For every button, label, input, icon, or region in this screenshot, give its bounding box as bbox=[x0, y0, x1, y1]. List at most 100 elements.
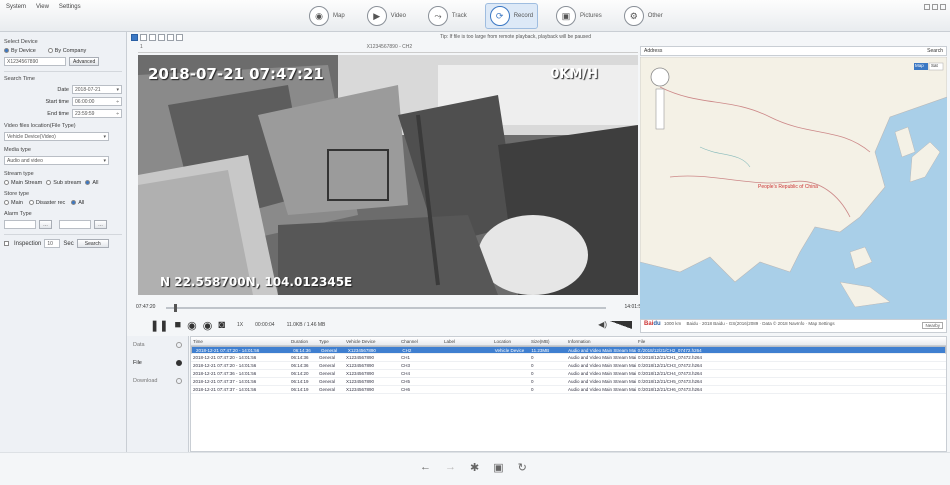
map-icon: ◉ bbox=[309, 6, 329, 26]
address-field[interactable]: Address bbox=[644, 48, 662, 54]
favorite-icon[interactable]: ✱ bbox=[470, 461, 479, 474]
back-arrow-icon[interactable]: ← bbox=[420, 461, 431, 474]
layout-9-button[interactable] bbox=[149, 33, 156, 41]
cell-information: Audio and Video Main Stream Main m bbox=[568, 347, 636, 353]
playback-timeline[interactable]: 07:47:20 14:01:56 bbox=[136, 304, 644, 312]
col-label[interactable]: Label bbox=[442, 339, 492, 344]
table-row[interactable]: 2018-12-21 07:47:20 - 14:01:56 06:14:36 Ge… bbox=[191, 362, 946, 370]
refresh-icon[interactable]: ↻ bbox=[518, 461, 527, 474]
cell-file: 0:/2018/12/21/CH3_07472.h264 bbox=[638, 363, 703, 368]
col-vehicle[interactable]: Vehicle Device bbox=[344, 339, 399, 344]
layout-1-button[interactable] bbox=[131, 33, 138, 41]
minimize-button[interactable] bbox=[924, 4, 930, 10]
cell-vehicle: X1234567890 bbox=[346, 371, 375, 376]
osd-gps: N 22.558700N, 104.012345E bbox=[160, 275, 353, 289]
col-size[interactable]: Size(MB) bbox=[529, 339, 566, 344]
inspection-checkbox[interactable] bbox=[4, 241, 9, 246]
table-row[interactable]: 2018-12-21 07:47:20 - 14:01:56 06:14:36 Ge… bbox=[191, 346, 946, 354]
stop-icon[interactable]: ■ bbox=[174, 319, 181, 331]
satellite-button[interactable]: Sat bbox=[931, 63, 938, 68]
start-time-input[interactable]: 06:00:00 ÷ bbox=[72, 97, 122, 106]
alarm-type-browse-2[interactable]: … bbox=[94, 220, 107, 229]
sub-stream-radio[interactable]: Sub stream bbox=[46, 180, 81, 186]
map-view[interactable]: People's Republic of China Map Sat bbox=[640, 57, 947, 319]
all-stream-radio[interactable]: All bbox=[85, 180, 98, 186]
layout-full-button[interactable] bbox=[167, 33, 174, 41]
cell-size: 0 bbox=[531, 355, 534, 360]
close-button[interactable] bbox=[940, 4, 946, 10]
nearby-button[interactable]: Nearby bbox=[922, 322, 943, 329]
layout-16-button[interactable] bbox=[158, 33, 165, 41]
search-button[interactable]: Search bbox=[76, 239, 109, 248]
tab-data[interactable]: Data bbox=[127, 336, 188, 354]
snapshot-icon[interactable]: ◙ bbox=[218, 319, 225, 331]
inspection-input[interactable]: 10 bbox=[44, 239, 61, 248]
menu-view[interactable]: View bbox=[36, 4, 49, 10]
cell-size: 11.23MB bbox=[531, 347, 550, 353]
cell-size: 0 bbox=[531, 387, 534, 392]
slow-icon[interactable]: ◉ bbox=[187, 319, 197, 332]
alarm-type-input[interactable] bbox=[4, 220, 36, 229]
pause-icon[interactable]: ❚❚ bbox=[150, 319, 168, 332]
cell-duration: 06:14:36 bbox=[293, 347, 311, 353]
col-information[interactable]: Information bbox=[566, 339, 636, 344]
table-row[interactable]: 2018-12-21 07:47:36 - 14:01:56 06:14:20 Ge… bbox=[191, 370, 946, 378]
timeline-handle[interactable] bbox=[174, 304, 177, 312]
store-main-radio[interactable]: Main bbox=[4, 200, 23, 206]
col-time[interactable]: Time bbox=[191, 339, 289, 344]
menu-settings[interactable]: Settings bbox=[59, 4, 81, 10]
end-time-input[interactable]: 23:59:59 ÷ bbox=[72, 109, 122, 118]
video-player[interactable]: 2018-07-21 07:47:21 0KM/H N 22.558700N, … bbox=[138, 55, 638, 295]
record-icon: ⟳ bbox=[489, 6, 510, 26]
store-all-radio[interactable]: All bbox=[71, 200, 84, 206]
col-channel[interactable]: Channel bbox=[399, 339, 442, 344]
alarm-type-browse[interactable]: … bbox=[39, 220, 52, 229]
radio-icon bbox=[176, 342, 182, 348]
tab-pictures[interactable]: ▣ Pictures bbox=[552, 3, 606, 29]
layout-4-button[interactable] bbox=[140, 33, 147, 41]
tab-other[interactable]: ⚙ Other bbox=[620, 3, 667, 29]
tab-video[interactable]: ▶ Video bbox=[363, 3, 410, 29]
cell-type: General bbox=[319, 379, 336, 384]
main-stream-radio[interactable]: Main Stream bbox=[4, 180, 42, 186]
media-type-select[interactable]: Audio and video ▾ bbox=[4, 156, 109, 165]
playback-controls: ❚❚ ■ ◉ ◉ ◙ 1X 00:00:04 11.0KB / 1.46 MB … bbox=[150, 318, 640, 332]
col-location[interactable]: Location bbox=[492, 339, 529, 344]
menu-bar: System View Settings bbox=[6, 4, 81, 10]
menu-system[interactable]: System bbox=[6, 4, 26, 10]
alarm-type-input-2[interactable] bbox=[59, 220, 91, 229]
timeline-track[interactable] bbox=[166, 307, 606, 309]
tab-record[interactable]: ⟳ Record bbox=[484, 3, 539, 29]
col-file[interactable]: File bbox=[636, 339, 946, 344]
volume-control[interactable]: ◀) bbox=[598, 320, 632, 329]
date-picker[interactable]: 2018-07-21 ▾ bbox=[72, 85, 122, 94]
table-row[interactable]: 2018-12-21 07:47:20 - 14:01:56 06:14:36 Ge… bbox=[191, 354, 946, 362]
radio-icon bbox=[176, 378, 182, 384]
window-icon[interactable]: ▣ bbox=[493, 461, 503, 474]
table-row[interactable]: 2018-12-21 07:47:37 - 14:01:56 06:14:19 Ge… bbox=[191, 378, 946, 386]
cell-size: 0 bbox=[531, 371, 534, 376]
tab-track[interactable]: ⤳ Track bbox=[424, 3, 471, 29]
store-disaster-radio[interactable]: Disaster rec bbox=[28, 200, 65, 206]
elapsed-time: 00:00:04 bbox=[255, 322, 275, 328]
by-company-radio[interactable]: By Company bbox=[47, 48, 86, 54]
tab-file[interactable]: File bbox=[127, 354, 188, 372]
tab-map[interactable]: ◉ Map bbox=[305, 3, 349, 29]
chevron-down-icon: ▾ bbox=[103, 158, 106, 164]
fast-icon[interactable]: ◉ bbox=[203, 319, 213, 332]
advanced-button[interactable]: Advanced bbox=[69, 57, 100, 66]
table-row[interactable]: 2018-12-21 07:47:37 - 14:01:56 06:14:19 Ge… bbox=[191, 386, 946, 394]
col-type[interactable]: Type bbox=[317, 339, 344, 344]
by-device-radio[interactable]: By Device bbox=[4, 48, 36, 54]
col-duration[interactable]: Duration bbox=[289, 339, 317, 344]
spinner-icon: ÷ bbox=[116, 99, 119, 105]
forward-arrow-icon[interactable]: → bbox=[445, 461, 456, 474]
volume-slider[interactable] bbox=[610, 320, 632, 329]
tab-download[interactable]: Download bbox=[127, 372, 188, 390]
device-input[interactable]: X1234567890 bbox=[4, 57, 66, 66]
location-select[interactable]: Vehicle Device(Video) ▾ bbox=[4, 132, 109, 141]
map-search-button[interactable]: Search bbox=[927, 48, 943, 54]
map-type-button[interactable]: Map bbox=[915, 63, 924, 68]
maximize-button[interactable] bbox=[932, 4, 938, 10]
layout-custom-button[interactable] bbox=[176, 33, 183, 41]
